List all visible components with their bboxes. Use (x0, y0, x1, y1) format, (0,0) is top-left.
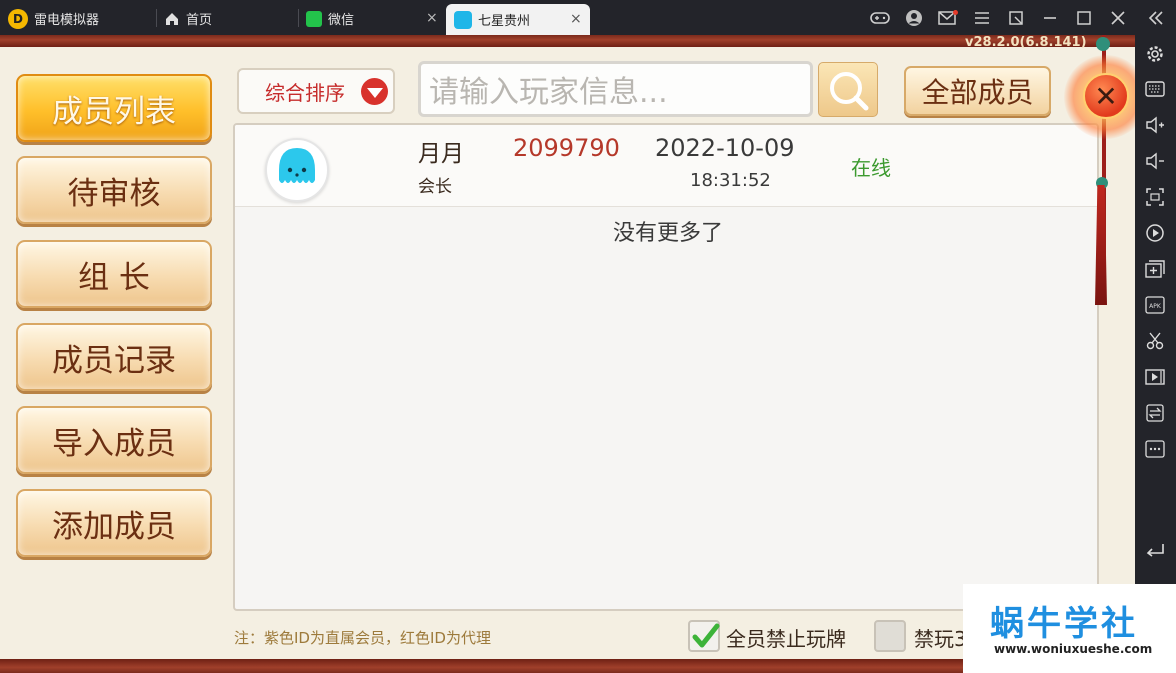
menu-import-members-button[interactable]: 导入成员 (16, 406, 212, 474)
back-icon[interactable] (1144, 538, 1166, 560)
game-screen: v28.2.0(6.8.141) 成员列表 待审核 组 长 成员记录 导入成员 … (0, 35, 1135, 673)
user-account-icon[interactable] (904, 8, 924, 28)
ban-all-checkbox[interactable] (688, 620, 720, 652)
menu-add-member-button[interactable]: 添加成员 (16, 489, 212, 557)
member-name: 月月 (418, 141, 464, 167)
svg-text:APK: APK (1149, 303, 1162, 310)
minimize-icon[interactable] (1040, 8, 1060, 28)
member-list: 月月 会长 2099790 2022-10-09 18:31:52 在线 没有更… (233, 123, 1099, 611)
avatar (265, 138, 329, 202)
watermark-url: www.woniuxueshe.com (994, 642, 1153, 656)
watermark: 蜗牛学社 www.woniuxueshe.com (963, 584, 1176, 673)
version-label: v28.2.0(6.8.141) (965, 35, 1087, 50)
member-role: 会长 (418, 177, 452, 197)
volume-up-icon[interactable] (1144, 114, 1166, 136)
gamepad-icon[interactable] (870, 8, 890, 28)
home-icon (166, 12, 178, 25)
game-app-icon (454, 10, 472, 29)
emulator-logo-icon: D (8, 8, 28, 29)
lantern-bead (1096, 37, 1110, 51)
menu-group-leader-button[interactable]: 组 长 (16, 240, 212, 308)
collapse-sidebar-icon[interactable] (1146, 8, 1166, 28)
emulator-toolbar: APK (1135, 35, 1176, 673)
search-button[interactable] (818, 62, 878, 117)
close-panel-button[interactable]: ✕ (1083, 73, 1129, 119)
video-player-icon[interactable] (1144, 366, 1166, 388)
ban-play-label: 禁玩3 (914, 627, 967, 651)
dropdown-arrow-icon (361, 78, 388, 105)
close-window-icon[interactable] (1108, 8, 1128, 28)
volume-down-icon[interactable] (1144, 150, 1166, 172)
emulator-title-bar: D 雷电模拟器 首页 微信 × 七星贵州 × (0, 0, 1176, 35)
tab-label: 微信 (328, 13, 355, 28)
sort-dropdown[interactable]: 综合排序 (237, 68, 395, 114)
maximize-icon[interactable] (1074, 8, 1094, 28)
tab-label: 首页 (186, 13, 213, 28)
close-tab-game-icon[interactable]: × (570, 11, 582, 27)
octopus-avatar-icon (279, 148, 315, 183)
menu-member-records-button[interactable]: 成员记录 (16, 323, 212, 391)
join-date: 2022-10-09 (655, 134, 795, 162)
search-icon (830, 72, 869, 111)
menu-member-list-button[interactable]: 成员列表 (16, 74, 212, 142)
mail-icon[interactable] (938, 8, 958, 28)
sort-label: 综合排序 (265, 80, 345, 105)
join-time: 18:31:52 (690, 170, 771, 191)
resize-window-icon[interactable] (1006, 8, 1026, 28)
wechat-icon (306, 10, 322, 27)
ban-play-checkbox[interactable] (874, 620, 906, 652)
tab-label: 七星贵州 (478, 14, 531, 29)
checkmark-icon (692, 623, 720, 648)
menu-icon[interactable] (972, 8, 992, 28)
footnote: 注：紫色ID为直属会员，红色ID为代理 (234, 629, 491, 647)
tab-game-active[interactable]: 七星贵州 × (446, 4, 590, 35)
menu-pending-review-button[interactable]: 待审核 (16, 156, 212, 224)
status-online: 在线 (851, 156, 891, 180)
apk-install-icon[interactable]: APK (1144, 294, 1166, 316)
search-player-input[interactable]: 请输入玩家信息... (418, 61, 813, 117)
close-tab-wechat-icon[interactable]: × (426, 10, 438, 26)
tab-divider (156, 9, 157, 27)
tab-divider (298, 9, 299, 27)
member-id: 2099790 (513, 134, 620, 162)
watermark-title: 蜗牛学社 (990, 604, 1138, 644)
keyboard-icon[interactable] (1144, 78, 1166, 100)
no-more-text: 没有更多了 (612, 221, 723, 246)
record-play-icon[interactable] (1144, 222, 1166, 244)
tab-emulator-app[interactable]: D 雷电模拟器 (8, 3, 99, 34)
sync-operations-icon[interactable] (1144, 402, 1166, 424)
table-row[interactable]: 月月 会长 2099790 2022-10-09 18:31:52 在线 (235, 125, 1097, 207)
add-window-icon[interactable] (1144, 258, 1166, 280)
ban-all-label: 全员禁止玩牌 (726, 627, 846, 651)
settings-gear-icon[interactable] (1144, 43, 1166, 65)
more-options-icon[interactable] (1144, 438, 1166, 460)
tab-label: 雷电模拟器 (34, 13, 100, 28)
all-members-button[interactable]: 全部成员 (904, 66, 1051, 116)
tab-home[interactable]: 首页 (164, 3, 212, 34)
fullscreen-icon[interactable] (1144, 186, 1166, 208)
scissors-icon[interactable] (1144, 330, 1166, 352)
tab-wechat[interactable]: 微信 (306, 3, 354, 34)
